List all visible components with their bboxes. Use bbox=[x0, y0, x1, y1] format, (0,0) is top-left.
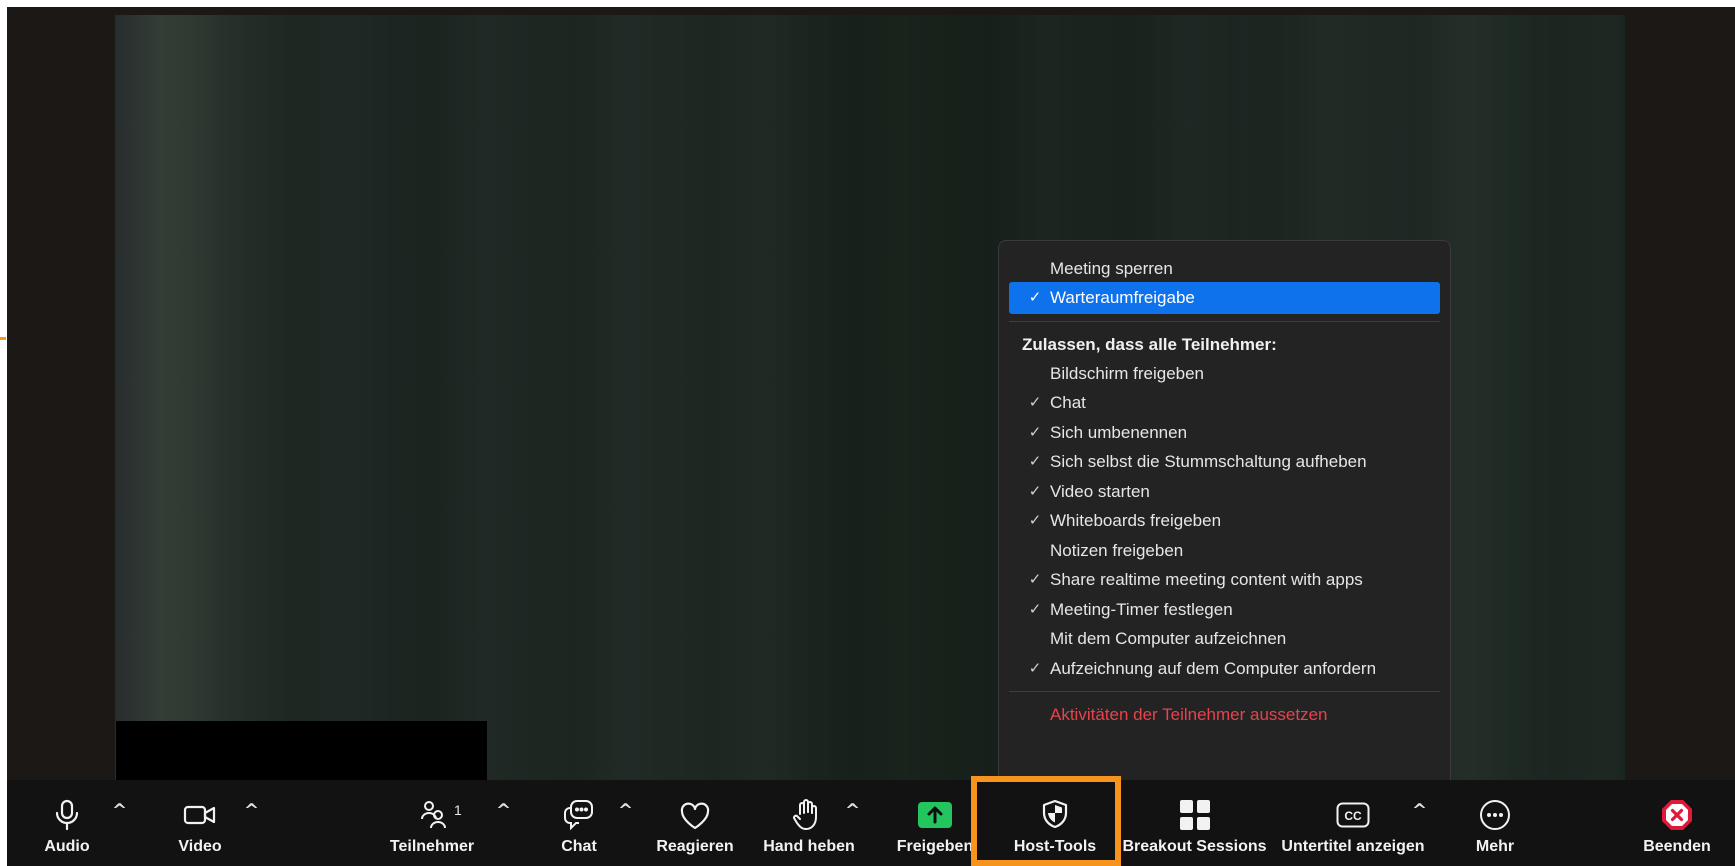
participants-label: Teilnehmer bbox=[389, 838, 475, 855]
audio-label: Audio bbox=[44, 838, 90, 855]
breakout-grid-icon bbox=[1179, 799, 1211, 836]
checkmark-icon: ✓ bbox=[1028, 660, 1042, 677]
checkmark-icon: ✓ bbox=[1028, 571, 1042, 588]
menu-divider bbox=[1009, 321, 1440, 322]
raise-hand-icon bbox=[791, 799, 821, 836]
participants-button[interactable]: 1 Teilnehmer bbox=[382, 780, 482, 866]
menu-item-share-screen[interactable]: Bildschirm freigeben bbox=[1009, 358, 1440, 390]
menu-item-label: Aufzeichnung auf dem Computer anfordern bbox=[1050, 659, 1377, 678]
menu-item-label: Chat bbox=[1050, 393, 1086, 412]
raise-hand-options-chevron-icon[interactable]: ^ bbox=[845, 800, 860, 821]
menu-item-label: Mit dem Computer aufzeichnen bbox=[1050, 629, 1287, 648]
menu-item-start-video[interactable]: ✓ Video starten bbox=[1009, 476, 1440, 508]
breakout-sessions-button[interactable]: Breakout Sessions bbox=[1122, 780, 1267, 866]
checkmark-icon: ✓ bbox=[1028, 512, 1042, 529]
checkmark-icon: ✓ bbox=[1028, 453, 1042, 470]
checkmark-icon: ✓ bbox=[1028, 289, 1042, 306]
menu-divider bbox=[1009, 691, 1440, 692]
end-meeting-label: Beenden bbox=[1643, 838, 1711, 855]
chat-label: Chat bbox=[561, 838, 597, 855]
participant-name-plate bbox=[116, 721, 487, 781]
menu-item-rename[interactable]: ✓ Sich umbenennen bbox=[1009, 417, 1440, 449]
chat-icon bbox=[563, 799, 595, 836]
participants-count-badge: 1 bbox=[454, 802, 462, 818]
menu-item-waiting-room[interactable]: ✓ Warteraumfreigabe bbox=[1009, 282, 1440, 314]
chat-button[interactable]: Chat bbox=[552, 780, 606, 866]
menu-item-label: Sich umbenennen bbox=[1050, 423, 1188, 442]
menu-item-share-notes[interactable]: Notizen freigeben bbox=[1009, 535, 1440, 567]
menu-item-label: Video starten bbox=[1050, 482, 1150, 501]
accent-marker bbox=[0, 337, 6, 340]
menu-item-label: Share realtime meeting content with apps bbox=[1050, 570, 1363, 589]
breakout-sessions-label: Breakout Sessions bbox=[1122, 838, 1267, 855]
share-button[interactable]: Freigeben bbox=[890, 780, 980, 866]
video-options-chevron-icon[interactable]: ^ bbox=[244, 800, 259, 821]
audio-button[interactable]: Audio bbox=[37, 780, 97, 866]
menu-item-chat[interactable]: ✓ Chat bbox=[1009, 387, 1440, 419]
more-label: Mehr bbox=[1475, 838, 1515, 855]
menu-item-label: Meeting sperren bbox=[1050, 259, 1173, 278]
host-tools-menu: Meeting sperren ✓ Warteraumfreigabe Zula… bbox=[998, 240, 1451, 790]
zoom-meeting-window: Meeting sperren ✓ Warteraumfreigabe Zula… bbox=[7, 7, 1735, 866]
checkmark-icon: ✓ bbox=[1028, 483, 1042, 500]
menu-item-label: Meeting-Timer festlegen bbox=[1050, 600, 1233, 619]
menu-item-share-whiteboards[interactable]: ✓ Whiteboards freigeben bbox=[1009, 505, 1440, 537]
checkmark-icon: ✓ bbox=[1028, 394, 1042, 411]
captions-button[interactable]: CC Untertitel anzeigen bbox=[1275, 780, 1431, 866]
menu-item-label: Sich selbst die Stummschaltung aufheben bbox=[1050, 452, 1367, 471]
end-meeting-icon bbox=[1661, 799, 1693, 836]
more-options-icon bbox=[1479, 799, 1511, 836]
menu-item-suspend-activities[interactable]: Aktivitäten der Teilnehmer aussetzen bbox=[1009, 699, 1440, 731]
host-tools-highlight-box bbox=[971, 776, 1121, 866]
share-label: Freigeben bbox=[896, 838, 974, 855]
heart-icon bbox=[679, 802, 711, 835]
video-button[interactable]: Video bbox=[170, 780, 230, 866]
menu-item-meeting-timer[interactable]: ✓ Meeting-Timer festlegen bbox=[1009, 594, 1440, 626]
checkmark-icon: ✓ bbox=[1028, 601, 1042, 618]
checkmark-icon: ✓ bbox=[1028, 424, 1042, 441]
captions-options-chevron-icon[interactable]: ^ bbox=[1412, 800, 1427, 821]
video-camera-icon bbox=[183, 804, 217, 831]
menu-item-unmute-self[interactable]: ✓ Sich selbst die Stummschaltung aufhebe… bbox=[1009, 446, 1440, 478]
captions-label: Untertitel anzeigen bbox=[1281, 838, 1425, 855]
participants-options-chevron-icon[interactable]: ^ bbox=[496, 800, 511, 821]
raise-hand-button[interactable]: Hand heben bbox=[759, 780, 859, 866]
menu-item-label: Bildschirm freigeben bbox=[1050, 364, 1205, 383]
chat-options-chevron-icon[interactable]: ^ bbox=[618, 800, 633, 821]
menu-item-record-computer[interactable]: Mit dem Computer aufzeichnen bbox=[1009, 623, 1440, 655]
meeting-toolbar: Audio ^ Video ^ 1 Teilnehmer ^ Chat ^ Re… bbox=[7, 780, 1735, 866]
menu-item-lock-meeting[interactable]: Meeting sperren bbox=[1009, 253, 1440, 285]
menu-item-label: Warteraumfreigabe bbox=[1050, 288, 1195, 307]
more-button[interactable]: Mehr bbox=[1460, 780, 1530, 866]
menu-item-share-with-apps[interactable]: ✓ Share realtime meeting content with ap… bbox=[1009, 564, 1440, 596]
menu-item-label: Whiteboards freigeben bbox=[1050, 511, 1222, 530]
react-button[interactable]: Reagieren bbox=[650, 780, 740, 866]
cc-text: CC bbox=[1344, 809, 1362, 823]
audio-options-chevron-icon[interactable]: ^ bbox=[112, 800, 127, 821]
menu-item-request-recording[interactable]: ✓ Aufzeichnung auf dem Computer anforder… bbox=[1009, 653, 1440, 685]
share-screen-icon bbox=[918, 802, 952, 833]
menu-item-label: Notizen freigeben bbox=[1050, 541, 1184, 560]
menu-item-label: Aktivitäten der Teilnehmer aussetzen bbox=[1050, 705, 1328, 724]
closed-captions-icon: CC bbox=[1336, 802, 1370, 833]
participants-icon bbox=[419, 799, 449, 834]
microphone-icon bbox=[54, 799, 80, 836]
react-label: Reagieren bbox=[656, 838, 734, 855]
raise-hand-label: Hand heben bbox=[763, 838, 855, 855]
end-meeting-button[interactable]: Beenden bbox=[1637, 780, 1717, 866]
video-label: Video bbox=[178, 838, 222, 855]
menu-section-heading: Zulassen, dass alle Teilnehmer: bbox=[1022, 335, 1277, 354]
